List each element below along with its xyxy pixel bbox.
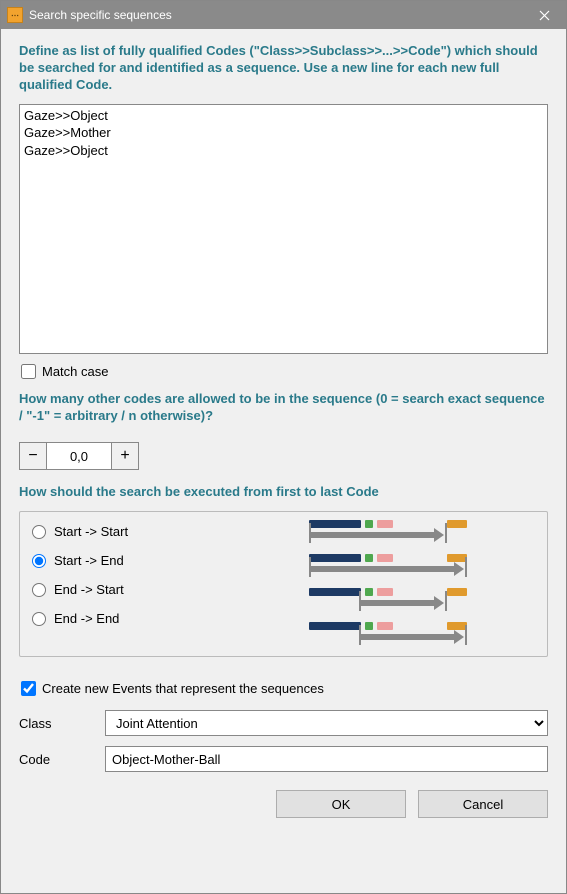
code-label: Code: [19, 752, 105, 767]
dialog-content: Define as list of fully qualified Codes …: [1, 29, 566, 893]
stepper-input[interactable]: [47, 442, 111, 470]
radio-end-start-label: End -> Start: [54, 582, 124, 597]
allowed-codes-instruction: How many other codes are allowed to be i…: [19, 391, 548, 425]
stepper-increment[interactable]: +: [111, 442, 139, 470]
titlebar: ⋯ Search specific sequences: [1, 1, 566, 29]
create-events-label: Create new Events that represent the seq…: [42, 681, 324, 696]
codes-textarea[interactable]: [19, 104, 548, 354]
radio-end-end-label: End -> End: [54, 611, 119, 626]
search-mode-group: Start -> Start Start -> End End -> Start…: [19, 511, 548, 657]
window-title: Search specific sequences: [29, 8, 522, 22]
radio-start-end[interactable]: [32, 554, 46, 568]
search-mode-instruction: How should the search be executed from f…: [19, 484, 548, 501]
search-mode-diagrams: [309, 520, 537, 648]
radio-start-start[interactable]: [32, 525, 46, 539]
match-case-label: Match case: [42, 364, 108, 379]
match-case-checkbox[interactable]: [21, 364, 36, 379]
cancel-button[interactable]: Cancel: [418, 790, 548, 818]
diagram-start-end: [309, 554, 537, 580]
ok-button[interactable]: OK: [276, 790, 406, 818]
app-icon: ⋯: [7, 7, 23, 23]
radio-start-start-label: Start -> Start: [54, 524, 128, 539]
create-events-checkbox[interactable]: [21, 681, 36, 696]
allowed-codes-stepper: − +: [19, 442, 548, 470]
diagram-end-start: [309, 588, 537, 614]
diagram-start-start: [309, 520, 537, 546]
class-select[interactable]: Joint Attention: [105, 710, 548, 736]
dialog-window: ⋯ Search specific sequences Define as li…: [0, 0, 567, 894]
codes-instruction: Define as list of fully qualified Codes …: [19, 43, 548, 94]
code-input[interactable]: [105, 746, 548, 772]
radio-start-end-label: Start -> End: [54, 553, 124, 568]
radio-end-start[interactable]: [32, 583, 46, 597]
close-button[interactable]: [522, 1, 566, 29]
diagram-end-end: [309, 622, 537, 648]
close-icon: [539, 10, 550, 21]
class-label: Class: [19, 716, 105, 731]
radio-end-end[interactable]: [32, 612, 46, 626]
stepper-decrement[interactable]: −: [19, 442, 47, 470]
